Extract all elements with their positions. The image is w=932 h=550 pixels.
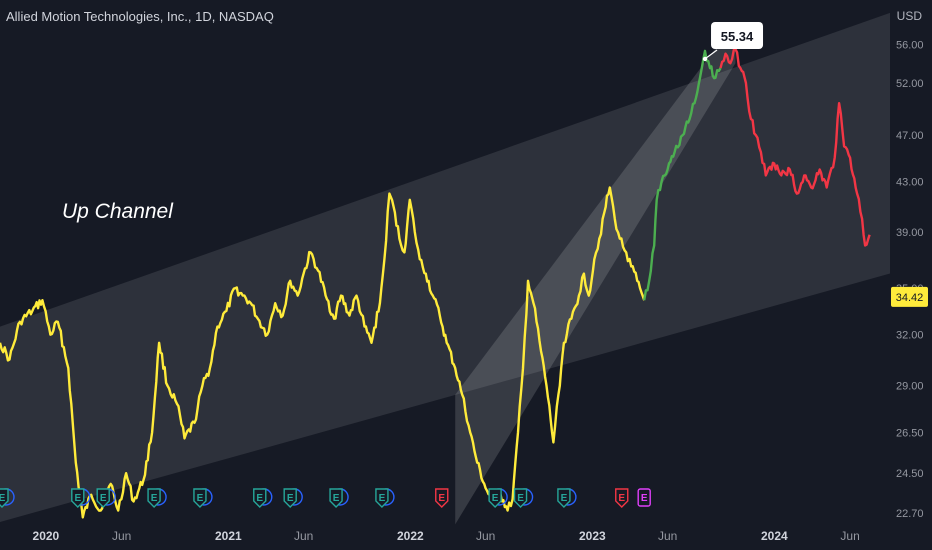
y-tick-label: 29.00: [896, 381, 924, 393]
earnings-label: E: [151, 493, 158, 504]
x-tick-label: Jun: [840, 529, 859, 543]
earnings-label: E: [287, 493, 294, 504]
x-tick-label: 2024: [761, 529, 788, 543]
y-tick-label: 43.00: [896, 176, 924, 188]
y-tick-label: 24.50: [896, 468, 924, 480]
last-price-value: 34.42: [896, 292, 924, 304]
price-chart: 22.7024.5026.5029.0032.0035.0039.0043.00…: [0, 12, 928, 543]
earnings-label: E: [618, 493, 625, 504]
x-tick-label: Jun: [658, 529, 677, 543]
earnings-marker: E: [513, 488, 534, 508]
peak-callout-value: 55.34: [721, 29, 754, 44]
y-tick-label: 56.00: [896, 39, 924, 51]
x-tick-label: 2021: [215, 529, 242, 543]
peak-callout-dot: [702, 56, 708, 62]
earnings-marker: E: [283, 488, 303, 508]
y-tick-label: 47.00: [896, 130, 924, 142]
earnings-marker: E: [147, 488, 167, 508]
earnings-marker: E: [96, 488, 116, 508]
earnings-marker: E: [637, 488, 651, 507]
earnings-label: E: [0, 493, 6, 504]
earnings-marker: E: [615, 488, 629, 508]
earnings-marker: E: [253, 488, 273, 508]
y-tick-label: 39.00: [896, 227, 924, 239]
earnings-label: E: [74, 493, 81, 504]
earnings-label: E: [256, 493, 263, 504]
earnings-marker: E: [435, 488, 449, 508]
x-tick-label: 2023: [579, 529, 606, 543]
earnings-label: E: [492, 493, 499, 504]
y-tick-label: 26.50: [896, 427, 924, 439]
y-tick-label: 32.00: [896, 330, 924, 342]
x-tick-label: Jun: [294, 529, 313, 543]
earnings-marker: E: [375, 488, 395, 508]
earnings-label: E: [561, 493, 568, 504]
y-tick-label: 52.00: [896, 78, 924, 90]
earnings-marker: E: [557, 488, 577, 508]
chart-title: Allied Motion Technologies, Inc., 1D, NA…: [6, 9, 274, 24]
x-tick-label: Jun: [112, 529, 131, 543]
up-channel-band: [0, 12, 890, 523]
earnings-label: E: [517, 493, 524, 504]
earnings-label: E: [100, 493, 107, 504]
x-tick-label: 2020: [33, 529, 60, 543]
up-channel-label: Up Channel: [62, 200, 174, 223]
earnings-label: E: [333, 493, 340, 504]
earnings-label: E: [379, 493, 386, 504]
earnings-label: E: [641, 493, 648, 504]
currency-label: USD: [896, 9, 922, 23]
x-tick-label: 2022: [397, 529, 424, 543]
earnings-label: E: [438, 493, 445, 504]
earnings-marker: E: [329, 488, 349, 508]
earnings-label: E: [197, 493, 204, 504]
chart-container: 22.7024.5026.5029.0032.0035.0039.0043.00…: [0, 0, 932, 550]
y-tick-label: 22.70: [896, 508, 924, 520]
x-tick-label: Jun: [476, 529, 495, 543]
earnings-marker: E: [193, 488, 213, 508]
